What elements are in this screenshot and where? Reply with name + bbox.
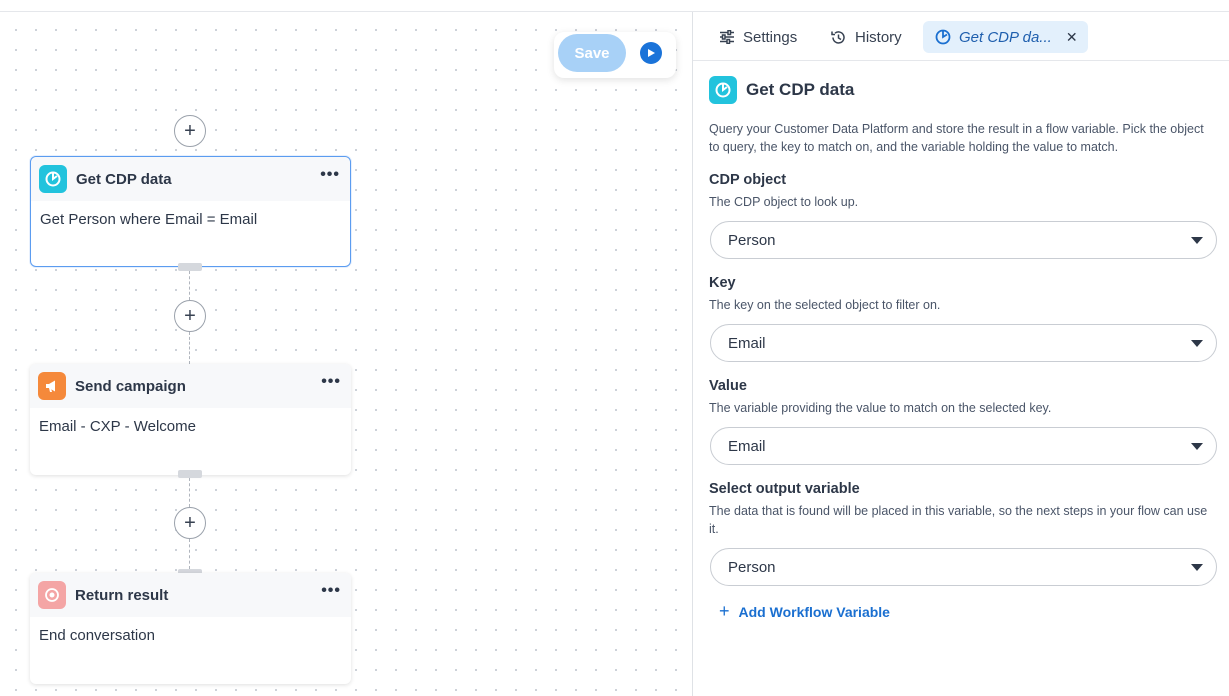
node-connector-handle[interactable]: [178, 263, 202, 271]
add-step-button[interactable]: +: [174, 300, 206, 332]
add-step-button[interactable]: +: [174, 115, 206, 147]
node-connector-handle[interactable]: [178, 470, 202, 478]
target-icon: [38, 581, 66, 609]
chevron-down-icon: [1191, 564, 1203, 571]
field-label-value: Value: [709, 378, 747, 394]
tab-label: History: [855, 28, 902, 46]
node-summary: Get Person where Email = Email: [40, 211, 258, 228]
node-summary: Email - CXP - Welcome: [39, 418, 196, 435]
more-options-icon[interactable]: •••: [321, 582, 341, 600]
canvas-toolbar: Save: [554, 32, 676, 78]
flow-node-get-cdp-data[interactable]: Get CDP data ••• Get Person where Email …: [30, 156, 351, 267]
field-label-cdp-object: CDP object: [709, 172, 787, 188]
cdp-icon: [935, 29, 951, 45]
connector-line: [189, 478, 190, 507]
sliders-icon: [719, 30, 735, 44]
node-title: Get CDP data: [76, 170, 172, 188]
chevron-down-icon: [1191, 340, 1203, 347]
connector-line: [189, 332, 190, 364]
select-value: Email: [728, 334, 766, 352]
node-header: Return result •••: [30, 573, 351, 617]
cdp-object-select[interactable]: Person: [710, 221, 1217, 259]
flow-canvas[interactable]: Save + Get CDP data ••• Get Person where…: [0, 12, 692, 696]
field-label-output-variable: Select output variable: [709, 481, 860, 497]
field-help: The CDP object to look up.: [709, 195, 859, 209]
field-help: The key on the selected object to filter…: [709, 298, 941, 312]
flow-node-send-campaign[interactable]: Send campaign ••• Email - CXP - Welcome: [30, 364, 351, 475]
node-header: Send campaign •••: [30, 364, 351, 408]
node-title: Send campaign: [75, 377, 186, 395]
node-header: Get CDP data •••: [31, 157, 350, 201]
node-title: Return result: [75, 586, 169, 604]
plus-icon: +: [719, 601, 730, 621]
save-button[interactable]: Save: [558, 34, 626, 72]
tab-label: Get CDP da...: [959, 28, 1052, 46]
flow-node-return-result[interactable]: Return result ••• End conversation: [30, 573, 351, 684]
field-label-key: Key: [709, 275, 736, 291]
field-help: The data that is found will be placed in…: [709, 504, 1208, 536]
panel-description: Query your Customer Data Platform and st…: [709, 122, 1204, 154]
chevron-down-icon: [1191, 237, 1203, 244]
panel-tabs: Settings History Get CDP da... ✕: [693, 12, 1229, 61]
history-icon: [830, 29, 847, 46]
panel-title: Get CDP data: [746, 80, 855, 99]
more-options-icon[interactable]: •••: [320, 166, 340, 184]
chevron-down-icon: [1191, 443, 1203, 450]
add-variable-label: Add Workflow Variable: [738, 603, 890, 620]
close-icon[interactable]: ✕: [1066, 29, 1078, 46]
play-icon[interactable]: [640, 42, 662, 64]
cdp-icon: [709, 76, 737, 104]
panel-header: Get CDP data: [709, 76, 854, 104]
tab-get-cdp-data[interactable]: Get CDP da... ✕: [923, 21, 1088, 53]
output-variable-select[interactable]: Person: [710, 548, 1217, 586]
key-select[interactable]: Email: [710, 324, 1217, 362]
value-select[interactable]: Email: [710, 427, 1217, 465]
connector-line: [189, 539, 190, 569]
more-options-icon[interactable]: •••: [321, 373, 341, 391]
step-settings-panel: Settings History Get CDP da... ✕ Get CDP…: [692, 12, 1229, 696]
add-workflow-variable-button[interactable]: + Add Workflow Variable: [719, 601, 890, 622]
cdp-icon: [39, 165, 67, 193]
node-summary: End conversation: [39, 627, 155, 644]
field-help: The variable providing the value to matc…: [709, 401, 1052, 415]
tab-history[interactable]: History: [830, 21, 902, 53]
connector-line: [189, 271, 190, 300]
add-step-button[interactable]: +: [174, 507, 206, 539]
select-value: Person: [728, 231, 776, 249]
select-value: Email: [728, 437, 766, 455]
select-value: Person: [728, 558, 776, 576]
tab-settings[interactable]: Settings: [719, 21, 797, 53]
tab-label: Settings: [743, 28, 798, 46]
top-bar: [0, 0, 1229, 12]
megaphone-icon: [38, 372, 66, 400]
